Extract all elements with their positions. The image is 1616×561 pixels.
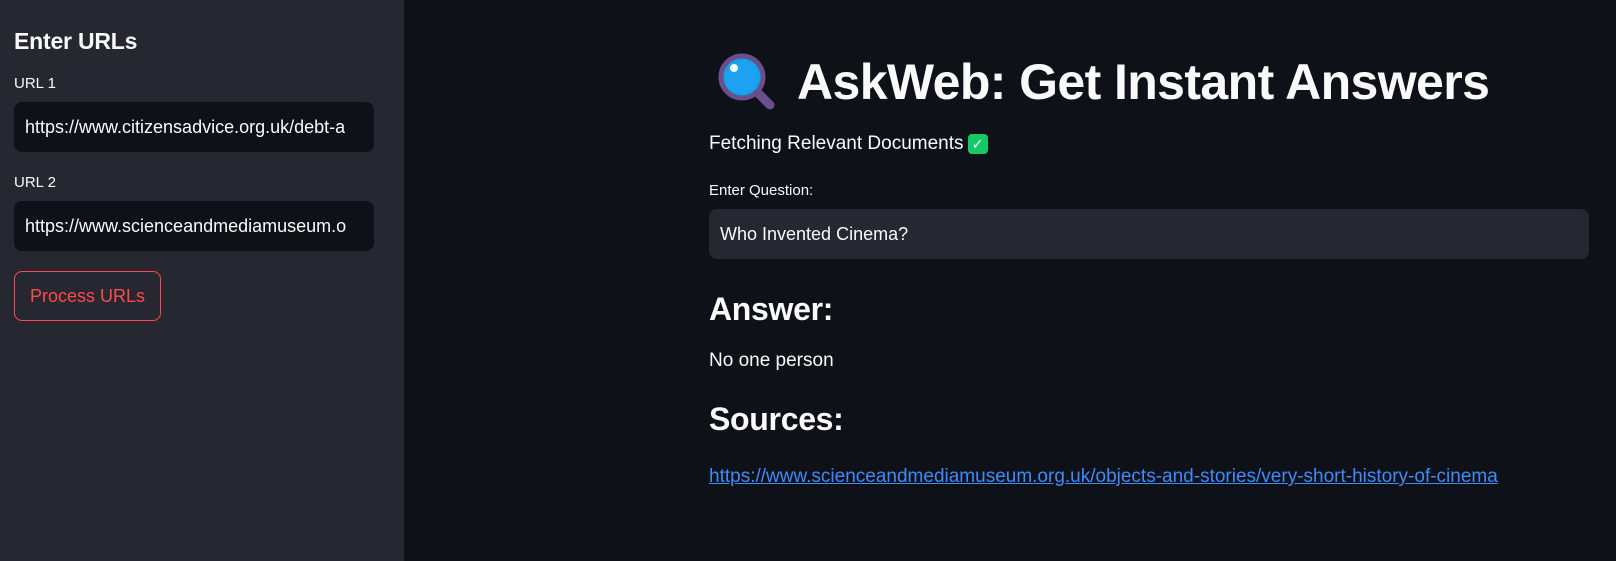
answer-text: No one person (709, 350, 834, 371)
title-row: AskWeb: Get Instant Answers (709, 52, 1589, 112)
sources-heading: Sources: (709, 401, 844, 437)
answer-heading: Answer: (709, 291, 834, 327)
url1-input[interactable]: https://www.citizensadvice.org.uk/debt-a (14, 102, 374, 152)
url1-label: URL 1 (14, 75, 56, 92)
url2-label: URL 2 (14, 174, 56, 191)
source-link[interactable]: https://www.scienceandmediamuseum.org.uk… (709, 465, 1589, 489)
question-label: Enter Question: (709, 182, 814, 199)
question-value: Who Invented Cinema? (720, 223, 909, 244)
url2-input[interactable]: https://www.scienceandmediamuseum.o (14, 201, 374, 251)
magnifying-glass-icon (718, 53, 775, 110)
sidebar: Enter URLs URL 1 https://www.citizensadv… (0, 0, 404, 561)
main-content: AskWeb: Get Instant Answers Fetching Rel… (709, 0, 1589, 489)
page-title: AskWeb: Get Instant Answers (797, 54, 1490, 110)
check-mark-icon: ✓ (967, 134, 988, 154)
process-urls-button[interactable]: Process URLs (14, 271, 162, 321)
url2-value: https://www.scienceandmediamuseum.o (25, 215, 347, 236)
sidebar-title: Enter URLs (14, 28, 138, 54)
question-input[interactable]: Who Invented Cinema? (709, 209, 1589, 259)
status-line: Fetching Relevant Documents ✓ (709, 132, 1589, 156)
url1-value: https://www.citizensadvice.org.uk/debt-a (25, 116, 346, 137)
status-text: Fetching Relevant Documents (709, 133, 964, 154)
